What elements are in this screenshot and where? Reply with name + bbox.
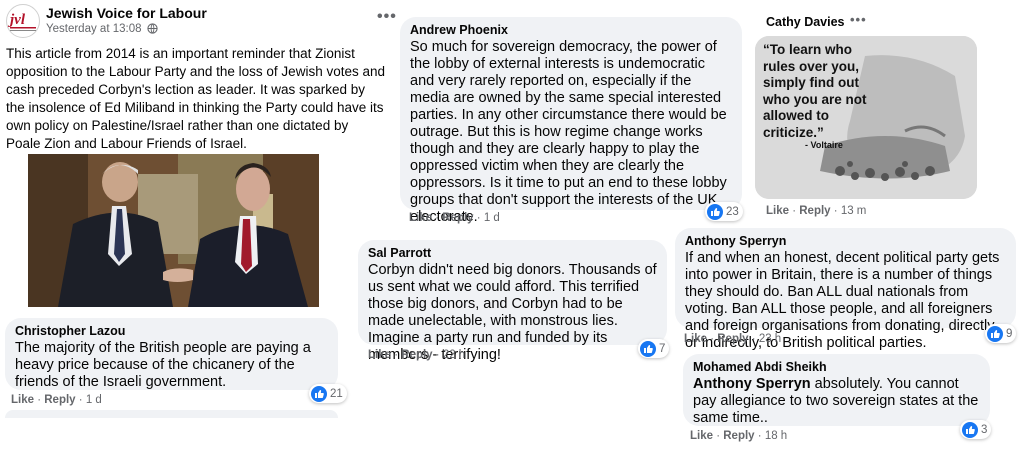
comment-text: So much for sovereign democracy, the pow… [410,39,727,225]
comment-author[interactable]: Anthony Sperryn [685,234,1006,248]
voltaire-quote-image[interactable]: “To learn who rules over you, simply fin… [755,36,977,199]
page-avatar[interactable]: jvl [6,4,40,38]
comment-andrew-phoenix: Andrew Phoenix So much for sovereign dem… [400,17,742,225]
comment-actions: Like · Reply · 18 h [690,430,788,442]
like-link[interactable]: Like [766,205,789,217]
post-timestamp[interactable]: Yesterday at 13:08 [46,23,158,37]
like-reaction-icon [707,203,723,220]
comment-sal-parrott: Sal Parrott Corbyn didn't need big donor… [358,240,667,363]
comment-time[interactable]: 18 h [765,430,787,442]
comment-actions: Like · Reply · 1 d [409,212,500,224]
comment-actions: Like · Reply · 1 d [11,394,102,406]
comment-author[interactable]: Mohamed Abdi Sheikh [693,360,980,374]
comment-time[interactable]: 23 h [759,333,781,345]
mention-link[interactable]: Anthony Sperryn [693,376,811,392]
jvl-logo: jvl [8,12,36,31]
reply-link[interactable]: Reply [44,394,75,406]
reaction-count[interactable]: 9 [985,324,1017,343]
reaction-number: 21 [330,387,343,400]
comment-mohamed-abdi-sheikh: Mohamed Abdi Sheikh Anthony Sperryn abso… [683,354,990,426]
like-link[interactable]: Like [684,333,707,345]
comment-time[interactable]: 13 m [841,205,867,217]
like-link[interactable]: Like [409,212,432,224]
reaction-number: 23 [726,205,739,218]
more-options-icon[interactable]: ••• [377,8,397,26]
comment-actions: Like · Reply · 13 m [766,205,867,217]
like-link[interactable]: Like [368,349,391,361]
reaction-number: 3 [981,423,988,436]
like-reaction-icon [987,325,1003,342]
like-reaction-icon [311,385,327,402]
reaction-number: 9 [1006,327,1013,340]
comment-author[interactable]: Sal Parrott [368,246,657,260]
comment-anthony-sperryn: Anthony Sperryn If and when an honest, d… [675,228,1016,351]
post-photo[interactable] [28,154,319,307]
reply-link[interactable]: Reply [799,205,830,217]
reaction-count[interactable]: 3 [960,420,992,439]
quote-image-text: “To learn who rules over you, simply fin… [763,42,867,140]
comment-text: The majority of the British people are p… [15,340,311,390]
reply-link[interactable]: Reply [717,333,748,345]
comment-time[interactable]: 22 h [443,349,465,361]
reaction-count[interactable]: 23 [705,202,743,221]
comment-actions: Like · Reply · 22 h [368,349,466,361]
globe-icon [147,23,158,37]
more-options-icon[interactable]: ••• [850,12,867,27]
comment-actions: Like · Reply · 23 h [684,333,782,345]
reaction-count[interactable]: 21 [309,384,347,403]
next-comment-edge [5,410,338,418]
reply-link[interactable]: Reply [442,212,473,224]
page-name[interactable]: Jewish Voice for Labour [46,5,207,21]
comment-author[interactable]: Andrew Phoenix [410,23,732,37]
reply-link[interactable]: Reply [723,430,754,442]
like-reaction-icon [640,340,656,357]
comment-text: Anthony Sperryn absolutely. You cannot p… [693,376,980,427]
comment-time[interactable]: 1 d [86,394,102,406]
comment-author-cathy[interactable]: Cathy Davies [766,15,845,29]
like-reaction-icon [962,421,978,438]
comment-christopher-lazou: Christopher Lazou The majority of the Br… [5,318,338,390]
like-link[interactable]: Like [11,394,34,406]
comment-time[interactable]: 1 d [484,212,500,224]
quote-image-attribution: - Voltaire [805,140,843,150]
timestamp-text[interactable]: Yesterday at 13:08 [46,23,141,35]
reaction-count[interactable]: 7 [638,339,670,358]
comment-author[interactable]: Christopher Lazou [15,324,328,338]
post-body: This article from 2014 is an important r… [6,46,385,151]
svg-text:jvl: jvl [8,12,26,28]
reply-link[interactable]: Reply [401,349,432,361]
reaction-number: 7 [659,342,666,355]
like-link[interactable]: Like [690,430,713,442]
